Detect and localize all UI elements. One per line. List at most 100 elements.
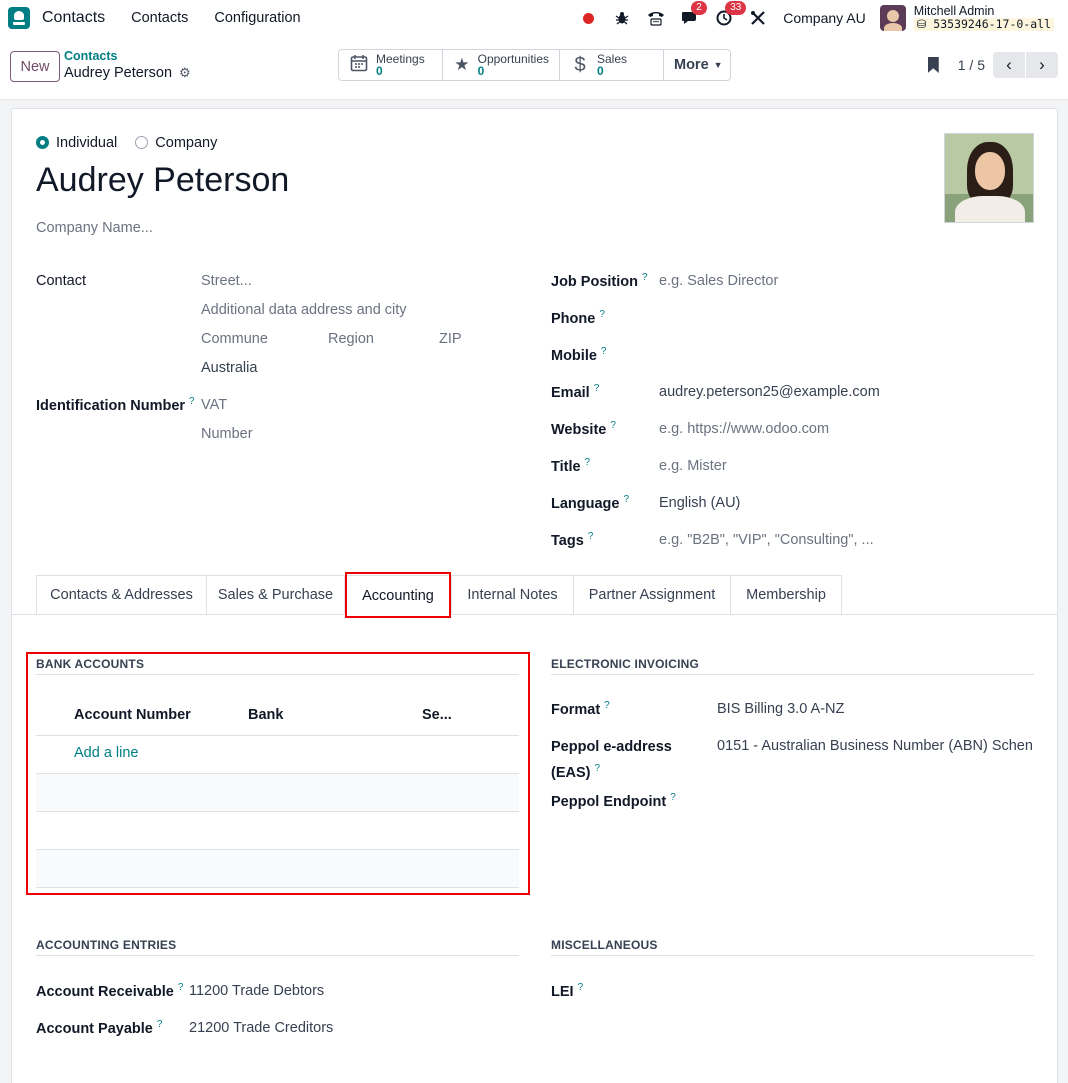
street-input[interactable]: Street... <box>201 273 252 289</box>
new-button[interactable]: New <box>10 51 60 82</box>
lei-input[interactable] <box>717 983 1037 1001</box>
chat-icon[interactable]: 2 <box>679 1 707 29</box>
user-avatar[interactable] <box>879 5 906 31</box>
help-icon[interactable]: ? <box>599 309 605 320</box>
breadcrumb-parent[interactable]: Contacts <box>64 49 117 63</box>
column-bank[interactable]: Bank <box>248 707 283 723</box>
sales-button[interactable]: $ Sales 0 <box>560 50 664 80</box>
account-payable-label: Account Payable? <box>36 1019 162 1037</box>
vat-type-input[interactable]: VAT <box>201 397 227 413</box>
table-row <box>36 850 519 888</box>
account-receivable-select[interactable]: 11200 Trade Debtors <box>189 983 324 999</box>
job-position-input[interactable]: e.g. Sales Director <box>659 273 778 289</box>
tab-partner-assignment[interactable]: Partner Assignment <box>573 575 731 614</box>
mobile-text: Mobile <box>551 348 597 364</box>
tab-accounting[interactable]: Accounting <box>344 575 452 615</box>
tab-sales-purchase[interactable]: Sales & Purchase <box>206 575 345 614</box>
meetings-button[interactable]: Meetings 0 <box>339 50 443 80</box>
format-label: Format? <box>551 700 610 718</box>
help-icon[interactable]: ? <box>623 494 629 505</box>
zip-input[interactable]: ZIP <box>439 331 462 347</box>
partner-name[interactable]: Audrey Peterson <box>36 161 289 200</box>
help-icon[interactable]: ? <box>585 457 591 468</box>
help-icon[interactable]: ? <box>610 420 616 431</box>
region-input[interactable]: Region <box>328 331 374 347</box>
form-sheet: Individual Company Audrey Peterson Compa… <box>11 108 1058 1083</box>
column-send-money[interactable]: Se... <box>422 707 452 723</box>
bank-accounts-title: BANK ACCOUNTS <box>36 657 145 671</box>
contacts-app-icon[interactable] <box>8 7 30 29</box>
pager-value[interactable]: 1 / 5 <box>958 57 985 73</box>
help-icon[interactable]: ? <box>670 792 676 803</box>
tab-membership[interactable]: Membership <box>730 575 842 614</box>
contact-label: Contact <box>36 273 86 289</box>
help-icon[interactable]: ? <box>157 1019 163 1030</box>
tags-text: Tags <box>551 533 584 549</box>
identification-number-text: Identification Number <box>36 398 186 414</box>
calendar-icon <box>349 54 369 77</box>
breadcrumb-current: Audrey Peterson ⚙ <box>64 65 191 81</box>
language-select[interactable]: English (AU) <box>659 495 740 511</box>
mobile-input[interactable] <box>659 347 999 365</box>
mobile-label: Mobile? <box>551 346 606 364</box>
help-icon[interactable]: ? <box>178 982 184 993</box>
help-icon[interactable]: ? <box>642 272 648 283</box>
format-select[interactable]: BIS Billing 3.0 A-NZ <box>717 701 844 717</box>
user-menu[interactable]: Mitchell Admin ⛁ 53539246-17-0-all <box>913 5 1054 31</box>
more-label: More <box>674 57 709 73</box>
peppol-endpoint-input[interactable] <box>717 793 1037 811</box>
peppol-endpoint-label: Peppol Endpoint? <box>551 792 676 810</box>
help-icon[interactable]: ? <box>189 396 195 407</box>
smart-buttons: Meetings 0 ★ Opportunities 0 $ Sales 0 More… <box>338 49 731 81</box>
nav-app-name[interactable]: Contacts <box>42 9 105 27</box>
peppol-eas-select[interactable]: 0151 - Australian Business Number (ABN) … <box>717 738 1047 754</box>
peppol-eas-text-2: (EAS) <box>551 765 591 781</box>
help-icon[interactable]: ? <box>594 763 600 774</box>
clock-icon[interactable]: 33 <box>713 1 747 29</box>
opportunities-label: Opportunities <box>477 52 549 66</box>
account-payable-select[interactable]: 21200 Trade Creditors <box>189 1020 333 1036</box>
help-icon[interactable]: ? <box>578 982 584 993</box>
website-input[interactable]: e.g. https://www.odoo.com <box>659 421 829 437</box>
email-input[interactable]: audrey.peterson25@example.com <box>659 384 880 400</box>
vat-number-input[interactable]: Number <box>201 426 253 442</box>
bug-icon[interactable] <box>611 7 633 29</box>
systray: 2 33 Company AU Mitchell Admin ⛁ 5353924… <box>565 0 1054 36</box>
partner-avatar[interactable] <box>944 133 1034 223</box>
company-switcher[interactable]: Company AU <box>783 10 865 26</box>
website-label: Website? <box>551 420 616 438</box>
commune-input[interactable]: Commune <box>201 331 268 347</box>
radio-individual[interactable]: Individual <box>36 135 117 151</box>
add-a-line-link[interactable]: Add a line <box>74 745 139 761</box>
radio-individual-label: Individual <box>56 135 118 151</box>
tab-internal-notes[interactable]: Internal Notes <box>451 575 574 614</box>
nav-menu-configuration[interactable]: Configuration <box>214 10 300 26</box>
pager-previous-button[interactable]: ‹ <box>993 52 1025 78</box>
country-input[interactable]: Australia <box>201 360 257 376</box>
bookmark-icon[interactable] <box>926 56 940 74</box>
tags-input[interactable]: e.g. "B2B", "VIP", "Consulting", ... <box>659 532 874 548</box>
tab-contacts-addresses[interactable]: Contacts & Addresses <box>36 575 207 614</box>
phone-input[interactable] <box>659 310 999 328</box>
company-name-input[interactable]: Company Name... <box>36 220 153 236</box>
tools-icon[interactable] <box>747 7 769 29</box>
opportunities-count: 0 <box>477 64 485 78</box>
help-icon[interactable]: ? <box>588 531 594 542</box>
opportunities-button[interactable]: ★ Opportunities 0 <box>443 50 560 80</box>
radio-company[interactable]: Company <box>135 135 217 151</box>
help-icon[interactable]: ? <box>604 700 610 711</box>
title-input[interactable]: e.g. Mister <box>659 458 727 474</box>
help-icon[interactable]: ? <box>594 383 600 394</box>
street2-input[interactable]: Additional data address and city <box>201 302 407 318</box>
gear-icon[interactable]: ⚙ <box>179 65 191 81</box>
record-icon[interactable] <box>577 7 599 29</box>
column-account-number[interactable]: Account Number <box>74 707 191 723</box>
phone-icon[interactable] <box>645 7 667 29</box>
pager-next-button[interactable]: › <box>1026 52 1058 78</box>
nav-menu-contacts[interactable]: Contacts <box>131 10 188 26</box>
help-icon[interactable]: ? <box>601 346 607 357</box>
website-text: Website <box>551 422 607 438</box>
job-position-label: Job Position? <box>551 272 648 290</box>
accounting-entries-divider <box>36 955 519 956</box>
more-button[interactable]: More ▼ <box>664 50 730 80</box>
